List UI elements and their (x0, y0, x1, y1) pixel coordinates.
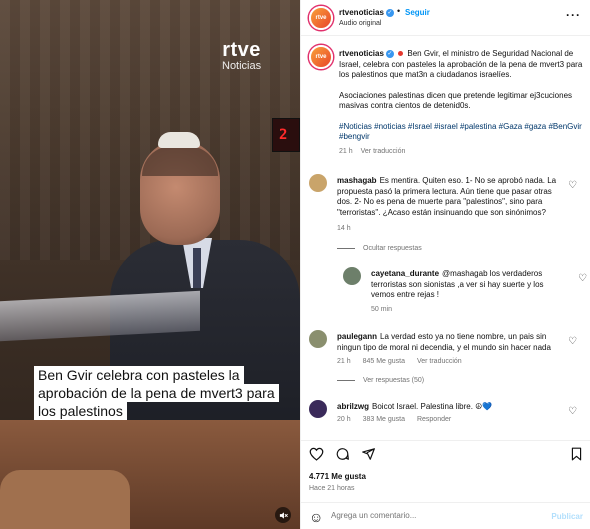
comment-time: 21 h (337, 358, 351, 365)
caption-line: Ben Gvir celebra con pasteles la (34, 366, 244, 384)
comment-username[interactable]: cayetana_durante (371, 269, 439, 278)
comment-input[interactable] (331, 511, 531, 520)
red-circle-icon (398, 51, 404, 57)
separator-dot: • (397, 6, 401, 16)
comment-time: 14 h (337, 225, 351, 232)
comment-meta: 20 h 383 Me gusta Responder (337, 416, 461, 423)
avatar[interactable] (309, 330, 327, 348)
like-heart-icon[interactable]: ♡ (578, 273, 587, 284)
kippah (158, 132, 200, 148)
view-replies-link[interactable]: Ver respuestas (50) (337, 377, 424, 384)
comment-meta: 14 h (337, 225, 361, 232)
avatar[interactable]: rtve (309, 45, 333, 69)
audio-link[interactable]: Audio original (339, 20, 381, 27)
parliament-seat-front (0, 470, 130, 529)
comment-username[interactable]: paulegann (337, 332, 377, 341)
comment-body: mashagab Es mentira. Quiten eso. 1- No se… (337, 176, 557, 218)
emoji-icon[interactable]: ☺ (309, 509, 323, 525)
follow-button[interactable]: Seguir (405, 8, 430, 17)
post-timestamp: Hace 21 horas (309, 485, 355, 492)
comments-scroll-area[interactable]: rtve rtvenoticias ✓ Ben Gvir, el ministro… (301, 37, 590, 437)
like-heart-icon[interactable]: ♡ (568, 336, 577, 347)
comment-meta: 21 h 845 Me gusta Ver traducción (337, 358, 472, 365)
publish-button[interactable]: Publicar (551, 512, 583, 521)
hide-replies-link[interactable]: Ocultar respuestas (337, 245, 422, 252)
verified-badge-icon: ✓ (385, 8, 394, 17)
post-actions: 4.771 Me gusta Hace 21 horas ☺ Publicar (301, 440, 590, 529)
reply-link[interactable]: Responder (417, 416, 451, 423)
share-icon[interactable] (361, 447, 376, 465)
reel-video[interactable]: 2 rtve Noticias Ben Gvir celebra con pas… (0, 0, 300, 529)
comment-time: 20 h (337, 416, 351, 423)
avatar[interactable] (309, 174, 327, 192)
caption-meta: 21 h Ver traducción (339, 147, 587, 158)
see-translation-link[interactable]: Ver traducción (361, 148, 406, 155)
avatar[interactable] (343, 267, 361, 285)
comment-username[interactable]: mashagab (337, 176, 377, 185)
more-options-icon[interactable]: ··· (566, 8, 581, 22)
post-panel: rtve rtvenoticias ✓ • Seguir Audio origin… (300, 0, 590, 529)
caption-line: los palestinos (34, 402, 127, 420)
video-caption: Ben Gvir celebra con pasteles la aprobac… (34, 366, 279, 420)
comment-username[interactable]: abrilzwg (337, 402, 369, 411)
author-username[interactable]: rtvenoticias ✓ (339, 8, 394, 17)
comment-body: abrilzwg Boicot Israel. Palestina libre. … (337, 402, 557, 413)
like-heart-icon[interactable]: ♡ (568, 180, 577, 191)
bookmark-icon[interactable] (570, 447, 583, 465)
heart-icon[interactable] (309, 447, 324, 465)
avatar[interactable] (309, 400, 327, 418)
verified-badge-icon: ✓ (385, 49, 394, 58)
person-tie (193, 248, 201, 288)
like-count[interactable]: 4.771 Me gusta (309, 472, 366, 481)
rtve-noticias-logo: rtve Noticias (222, 39, 262, 72)
comment-meta: 50 min (371, 306, 402, 313)
add-comment-bar: ☺ Publicar (301, 502, 590, 529)
caption-text: Asociaciones palestinas dicen que preten… (339, 90, 573, 111)
like-heart-icon[interactable]: ♡ (568, 406, 577, 417)
post-time: 21 h (339, 147, 353, 155)
comment-icon[interactable] (335, 447, 350, 465)
vote-display-sign: 2 (272, 118, 300, 152)
see-translation-link[interactable]: Ver traducción (417, 358, 462, 365)
caption-content: rtvenoticias ✓ Ben Gvir, el ministro de S… (339, 49, 587, 157)
author-username[interactable]: rtvenoticias (339, 49, 384, 58)
comment-likes[interactable]: 845 Me gusta (363, 358, 405, 365)
comment-body: cayetana_durante @mashagab los verdaderos… (371, 269, 561, 301)
caption-line: aprobación de la pena de mvert3 para (34, 384, 279, 402)
avatar[interactable]: rtve (309, 6, 333, 30)
speaker-muted-icon[interactable] (275, 507, 291, 523)
comment-text: Boicot Israel. Palestina libre. ☮💙 (372, 402, 493, 411)
comment-likes[interactable]: 383 Me gusta (363, 416, 405, 423)
comment-body: paulegann La verdad esto ya no tiene nomb… (337, 332, 557, 353)
hashtags[interactable]: #Noticias #noticias #Israel #israel #pal… (339, 122, 587, 143)
comment-time: 50 min (371, 306, 393, 313)
post-header: rtve rtvenoticias ✓ • Seguir Audio origin… (301, 0, 590, 36)
